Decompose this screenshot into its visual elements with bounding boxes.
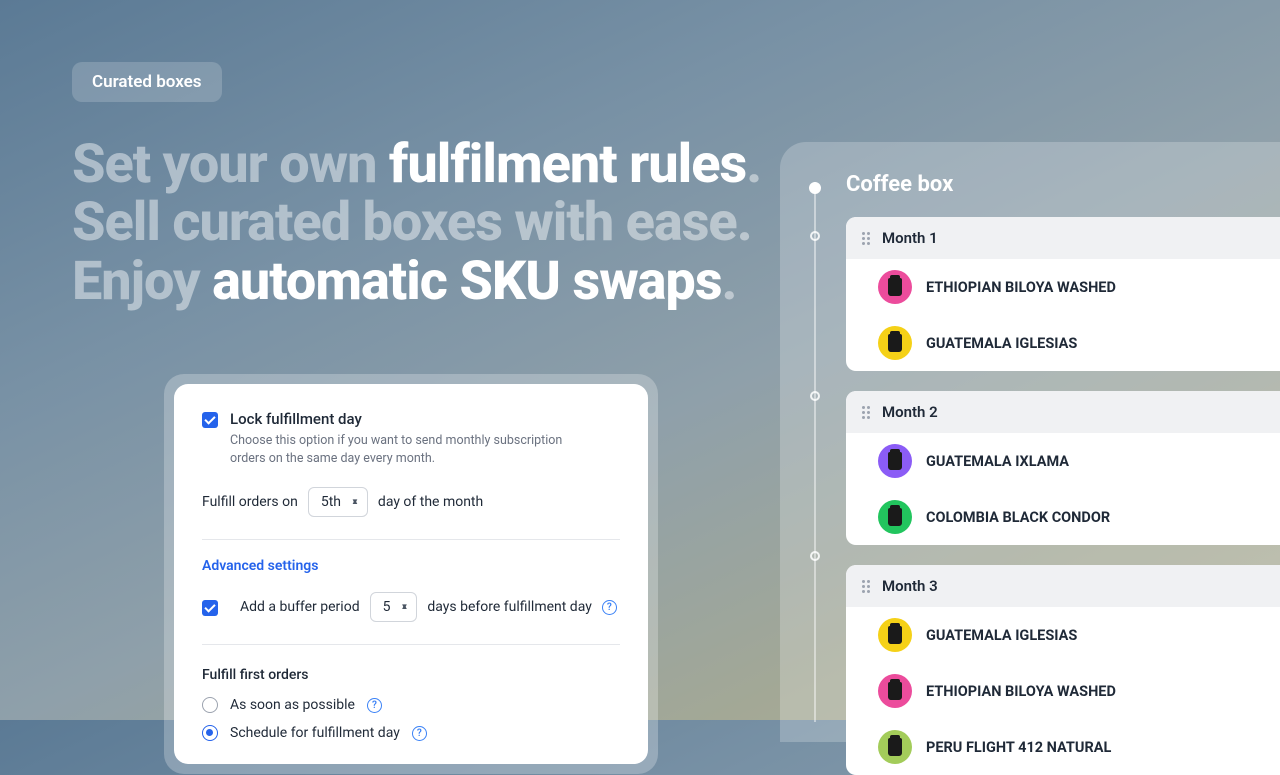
product-row[interactable]: ETHIOPIAN BILOYA WASHED xyxy=(846,663,1280,719)
radio-asap[interactable] xyxy=(202,697,218,713)
divider xyxy=(202,644,620,645)
headline-dim: Set your own xyxy=(72,133,389,196)
headline-dim: Enjoy xyxy=(72,250,212,313)
timeline-dot xyxy=(810,551,820,561)
coffee-bag-icon xyxy=(888,682,902,700)
help-icon[interactable]: ? xyxy=(602,600,617,615)
radio-schedule[interactable] xyxy=(202,725,218,741)
advanced-settings-link[interactable]: Advanced settings xyxy=(202,558,620,574)
headline-punct: . xyxy=(746,133,761,196)
help-icon[interactable]: ? xyxy=(412,726,427,741)
product-row[interactable]: COLOMBIA BLACK CONDOR xyxy=(846,489,1280,545)
buffer-suffix: days before fulfillment day xyxy=(427,599,591,615)
product-swatch xyxy=(878,270,912,304)
buffer-checkbox[interactable] xyxy=(202,600,218,616)
headline-bright: automatic SKU swaps xyxy=(212,250,721,313)
coffee-bag-icon xyxy=(888,452,902,470)
first-orders-title: Fulfill first orders xyxy=(202,667,620,683)
panel-title: Coffee box xyxy=(846,172,1280,197)
product-name: GUATEMALA IGLESIAS xyxy=(926,627,1077,644)
product-row[interactable]: GUATEMALA IGLESIAS xyxy=(846,607,1280,663)
product-swatch xyxy=(878,500,912,534)
product-swatch xyxy=(878,674,912,708)
product-name: ETHIOPIAN BILOYA WASHED xyxy=(926,683,1116,700)
help-icon[interactable]: ? xyxy=(367,698,382,713)
buffer-label: Add a buffer period xyxy=(240,599,360,615)
fulfill-day-stepper[interactable]: 5th ▲▼ xyxy=(308,487,368,517)
headline-dim: Sell curated boxes with ease. xyxy=(72,191,752,254)
coffee-box-panel: Coffee box Month 1 ETHIOPIAN BILOYA WASHE… xyxy=(780,142,1280,742)
lock-fulfillment-checkbox[interactable] xyxy=(202,412,218,428)
timeline-dot xyxy=(810,231,820,241)
month-label: Month 2 xyxy=(882,403,938,421)
headline-punct: . xyxy=(722,250,737,313)
coffee-bag-icon xyxy=(888,278,902,296)
radio-asap-label: As soon as possible xyxy=(230,697,355,713)
timeline-dot xyxy=(809,182,821,194)
buffer-days-stepper[interactable]: 5 ▲▼ xyxy=(370,592,418,622)
timeline-line xyxy=(814,182,816,722)
settings-card: Lock fulfillment day Choose this option … xyxy=(174,384,648,764)
headline-bright: fulfilment rules xyxy=(389,133,746,196)
drag-handle-icon[interactable] xyxy=(862,406,870,419)
divider xyxy=(202,539,620,540)
product-name: GUATEMALA IXLAMA xyxy=(926,453,1069,470)
fulfill-prefix: Fulfill orders on xyxy=(202,494,298,510)
fulfill-day-value: 5th xyxy=(321,494,341,510)
month-header[interactable]: Month 3 xyxy=(846,565,1280,607)
month-block: Month 3 GUATEMALA IGLESIAS ETHIOPIAN BILOY… xyxy=(846,565,1280,775)
radio-schedule-label: Schedule for fulfillment day xyxy=(230,725,400,741)
product-row[interactable]: ETHIOPIAN BILOYA WASHED xyxy=(846,259,1280,315)
product-swatch xyxy=(878,444,912,478)
product-name: ETHIOPIAN BILOYA WASHED xyxy=(926,279,1116,296)
lock-fulfillment-description: Choose this option if you want to send m… xyxy=(230,432,570,467)
settings-card-frame: Lock fulfillment day Choose this option … xyxy=(164,374,658,774)
product-name: GUATEMALA IGLESIAS xyxy=(926,335,1077,352)
month-header[interactable]: Month 1 xyxy=(846,217,1280,259)
month-block: Month 1 ETHIOPIAN BILOYA WASHED GUATEMALA … xyxy=(846,217,1280,371)
coffee-bag-icon xyxy=(888,738,902,756)
product-row[interactable]: GUATEMALA IXLAMA xyxy=(846,433,1280,489)
coffee-bag-icon xyxy=(888,334,902,352)
month-label: Month 1 xyxy=(882,229,938,247)
fulfill-suffix: day of the month xyxy=(378,494,483,510)
month-block: Month 2 GUATEMALA IXLAMA COLOMBIA BLACK CO… xyxy=(846,391,1280,545)
category-pill: Curated boxes xyxy=(72,62,222,102)
product-swatch xyxy=(878,618,912,652)
product-row[interactable]: GUATEMALA IGLESIAS xyxy=(846,315,1280,371)
product-row[interactable]: PERU FLIGHT 412 NATURAL xyxy=(846,719,1280,775)
product-swatch xyxy=(878,326,912,360)
drag-handle-icon[interactable] xyxy=(862,232,870,245)
timeline-dot xyxy=(810,391,820,401)
product-name: COLOMBIA BLACK CONDOR xyxy=(926,509,1110,526)
month-label: Month 3 xyxy=(882,577,938,595)
coffee-bag-icon xyxy=(888,508,902,526)
month-header[interactable]: Month 2 xyxy=(846,391,1280,433)
coffee-bag-icon xyxy=(888,626,902,644)
drag-handle-icon[interactable] xyxy=(862,580,870,593)
buffer-days-value: 5 xyxy=(383,599,391,615)
product-swatch xyxy=(878,730,912,764)
lock-fulfillment-label: Lock fulfillment day xyxy=(230,410,570,428)
product-name: PERU FLIGHT 412 NATURAL xyxy=(926,739,1111,756)
